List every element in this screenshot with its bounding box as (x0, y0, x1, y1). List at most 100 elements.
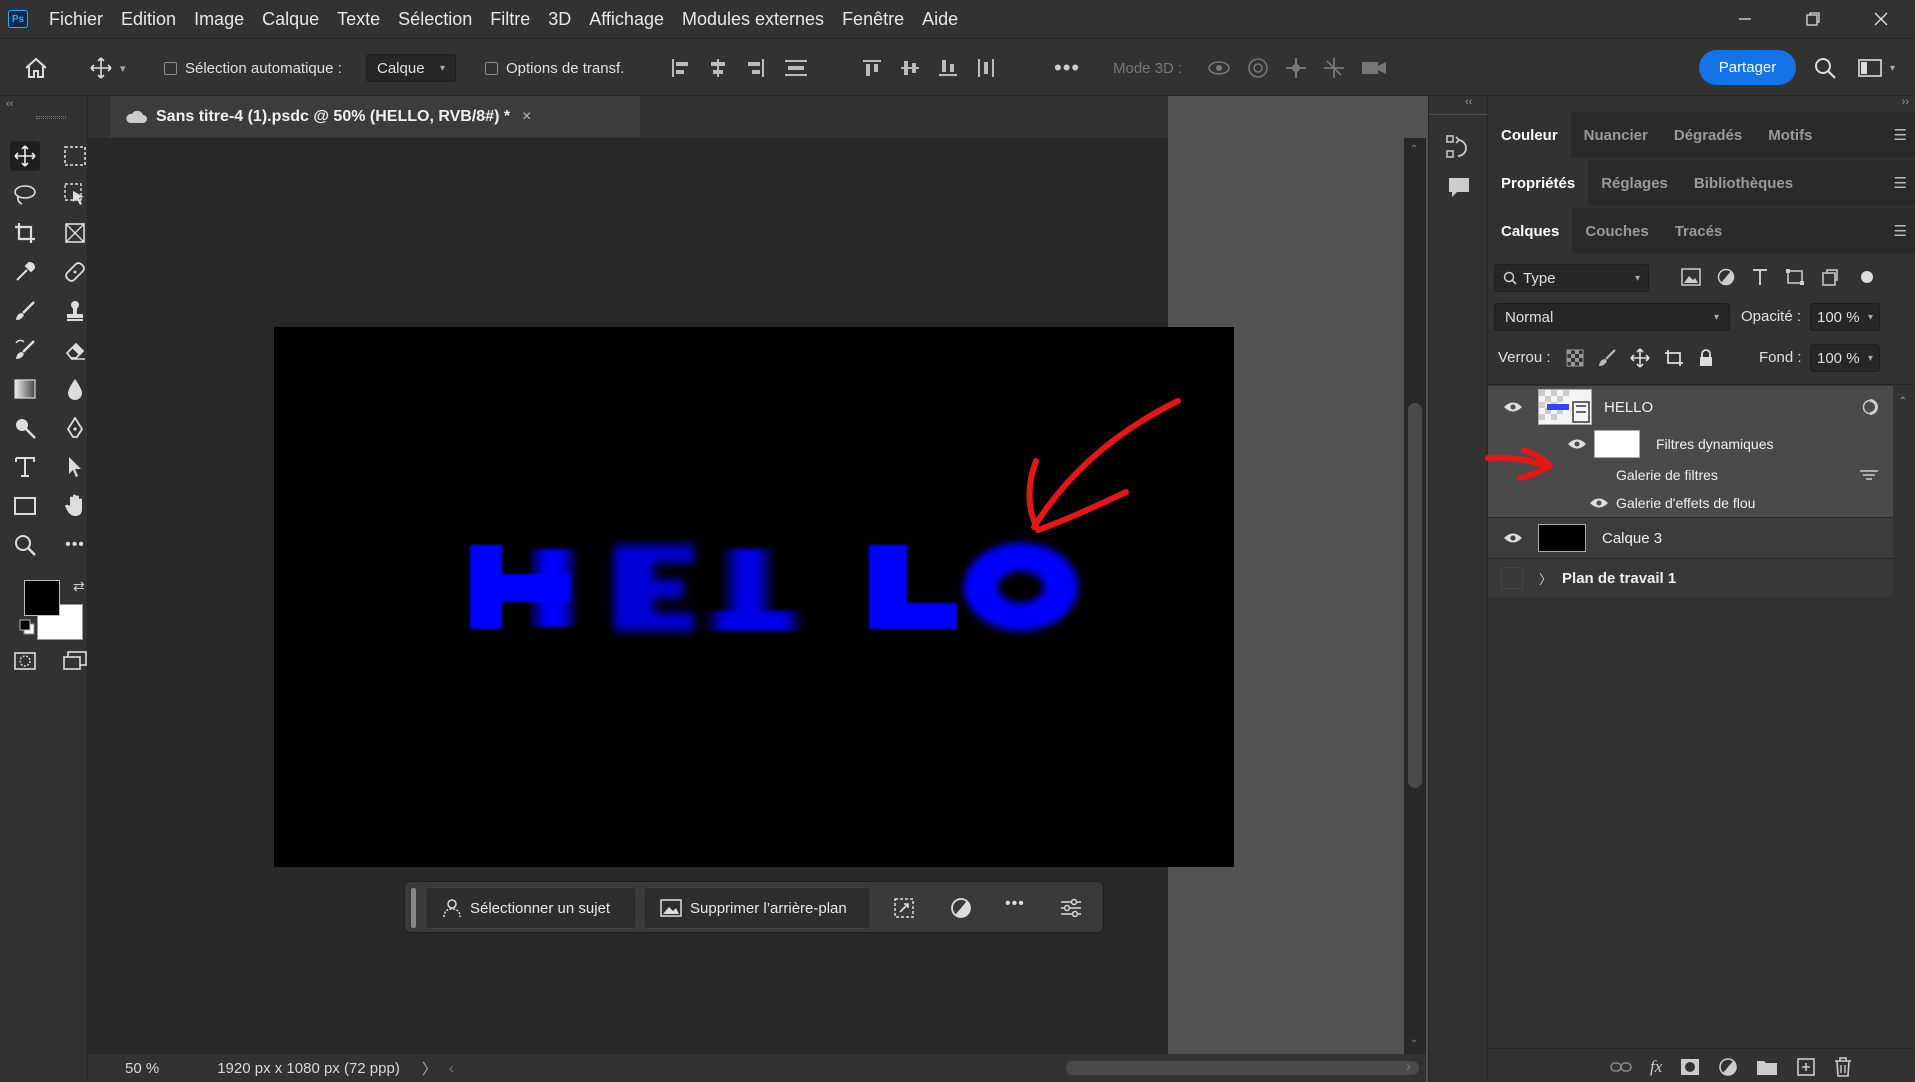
distribute-horizontal-icon[interactable] (976, 58, 996, 78)
comments-panel-icon[interactable] (1447, 176, 1471, 200)
history-panel-icon[interactable] (1446, 134, 1470, 160)
fill-field[interactable]: 100 % ▾ (1810, 344, 1880, 372)
auto-select-target-dropdown[interactable]: Calque ▾ (366, 54, 456, 82)
tab-proprietes[interactable]: Propriétés (1488, 160, 1589, 206)
document-dimensions[interactable]: 1920 px x 1080 px (72 ppp) (217, 1060, 400, 1077)
3d-slide-icon[interactable] (1323, 57, 1345, 79)
document-tab[interactable]: Sans titre-4 (1).psdc @ 50% (HELLO, RVB/… (110, 96, 640, 138)
horizontal-scrollbar[interactable]: › (404, 1054, 1426, 1082)
default-colors-icon[interactable] (19, 619, 35, 635)
expand-panels-icon[interactable]: ›› (1902, 96, 1909, 108)
menu-item-filtre[interactable]: Filtre (481, 9, 539, 30)
share-button[interactable]: Partager (1699, 50, 1796, 85)
minimize-button[interactable] (1711, 0, 1779, 38)
smart-filters-visibility-icon[interactable] (1566, 438, 1588, 450)
smart-object-thumbnail[interactable] (1538, 389, 1592, 425)
lock-image-pixels-icon[interactable] (1598, 349, 1616, 367)
tab-calques[interactable]: Calques (1488, 208, 1573, 254)
history-brush-tool-icon[interactable] (10, 335, 40, 365)
blur-gallery-row[interactable]: Galerie d'effets de flou (1488, 489, 1893, 517)
layer-effects-icon[interactable]: fx (1650, 1057, 1662, 1077)
tab-nuancier[interactable]: Nuancier (1571, 112, 1661, 158)
panel-menu-icon[interactable]: ☰ (1894, 222, 1907, 240)
toolbar-grip[interactable] (36, 116, 66, 119)
menu-item-aide[interactable]: Aide (913, 9, 967, 30)
layer-hello[interactable]: HELLO ⌃ (1488, 386, 1907, 428)
filter-toggle-icon[interactable] (1861, 271, 1873, 283)
more-tools-icon[interactable]: ••• (60, 530, 90, 560)
search-icon[interactable] (1814, 39, 1836, 97)
move-tool-preset-icon[interactable]: ▾ (90, 39, 126, 97)
auto-select-checkbox[interactable] (164, 61, 177, 75)
close-window-button[interactable] (1847, 0, 1915, 38)
pen-tool-icon[interactable] (60, 413, 90, 443)
lock-artboard-icon[interactable] (1664, 349, 1684, 367)
align-bottom-icon[interactable] (938, 58, 958, 78)
panel-menu-icon[interactable]: ☰ (1894, 174, 1907, 192)
new-adjustment-layer-icon[interactable] (1718, 1057, 1738, 1077)
3d-camera-icon[interactable] (1361, 57, 1387, 79)
scroll-down-icon[interactable]: ⌄ (1410, 1034, 1418, 1045)
tab-couches[interactable]: Couches (1572, 208, 1661, 254)
task-bar-grip[interactable] (411, 888, 416, 928)
rectangle-tool-icon[interactable] (10, 491, 40, 521)
quick-mask-icon[interactable] (10, 646, 40, 676)
layer-thumbnail[interactable] (1538, 524, 1586, 552)
clone-stamp-tool-icon[interactable] (60, 296, 90, 326)
delete-layer-icon[interactable] (1834, 1057, 1852, 1077)
visibility-eye-icon[interactable] (1502, 401, 1524, 413)
collapse-panels-icon[interactable]: ‹‹ (1465, 96, 1472, 108)
document-canvas[interactable] (274, 327, 1234, 867)
align-right-icon[interactable] (746, 58, 766, 78)
artboard-name[interactable]: Plan de travail 1 (1562, 570, 1676, 587)
collapse-effects-icon[interactable]: ⌃ (1899, 396, 1907, 407)
object-selection-tool-icon[interactable] (60, 179, 90, 209)
new-group-icon[interactable] (1756, 1058, 1778, 1076)
tab-motifs[interactable]: Motifs (1755, 112, 1825, 158)
filter-adjustment-icon[interactable] (1717, 268, 1735, 286)
healing-brush-tool-icon[interactable] (60, 257, 90, 287)
layer-name[interactable]: Calque 3 (1602, 530, 1662, 547)
menu-item-calque[interactable]: Calque (253, 9, 328, 30)
lock-all-icon[interactable] (1698, 349, 1714, 367)
align-top-icon[interactable] (862, 58, 882, 78)
menu-item-edition[interactable]: Edition (112, 9, 185, 30)
tab-degrades[interactable]: Dégradés (1661, 112, 1755, 158)
more-actions-icon[interactable]: ••• (1005, 895, 1025, 913)
3d-roll-icon[interactable] (1247, 57, 1269, 79)
menu-item-texte[interactable]: Texte (328, 9, 389, 30)
add-mask-icon[interactable] (1680, 1058, 1700, 1076)
filter-type-icon[interactable] (1751, 268, 1769, 286)
path-selection-tool-icon[interactable] (60, 452, 90, 482)
adjustment-icon[interactable] (950, 897, 972, 919)
blend-mode-dropdown[interactable]: Normal ▾ (1494, 303, 1730, 331)
filter-mask-thumbnail[interactable] (1594, 430, 1640, 458)
opacity-field[interactable]: 100 % ▾ (1810, 303, 1880, 331)
home-icon[interactable] (24, 39, 48, 97)
vertical-scroll-thumb[interactable] (1408, 403, 1422, 788)
new-layer-icon[interactable] (1796, 1057, 1816, 1077)
select-subject-button[interactable]: Sélectionner un sujet (425, 887, 637, 929)
tab-bibliotheques[interactable]: Bibliothèques (1681, 160, 1806, 206)
menu-item-affichage[interactable]: Affichage (580, 9, 673, 30)
menu-item-fichier[interactable]: Fichier (40, 9, 112, 30)
collapse-panel-icon[interactable]: ‹‹ (6, 98, 13, 110)
transform-controls-checkbox[interactable] (485, 61, 498, 75)
brush-tool-icon[interactable] (10, 296, 40, 326)
frame-tool-icon[interactable] (60, 218, 90, 248)
foreground-color-swatch[interactable] (24, 580, 60, 616)
transform-controls-option[interactable]: Options de transf. (485, 39, 624, 97)
tab-traces[interactable]: Tracés (1662, 208, 1736, 254)
gradient-tool-icon[interactable] (10, 374, 40, 404)
blur-gallery-visibility-icon[interactable] (1588, 497, 1610, 509)
align-middle-icon[interactable] (900, 58, 920, 78)
smart-filter-indicator-icon[interactable] (1861, 398, 1879, 416)
blending-options-icon[interactable] (1859, 468, 1879, 482)
layer-filter-dropdown[interactable]: Type ▾ (1494, 264, 1649, 292)
screen-mode-icon[interactable] (60, 646, 90, 676)
lock-position-icon[interactable] (1630, 348, 1650, 368)
artboard-group[interactable]: 〉 Plan de travail 1 (1488, 559, 1893, 597)
3d-orbit-icon[interactable] (1207, 57, 1231, 79)
marquee-tool-icon[interactable] (60, 141, 90, 171)
layer-name[interactable]: HELLO (1604, 399, 1653, 416)
